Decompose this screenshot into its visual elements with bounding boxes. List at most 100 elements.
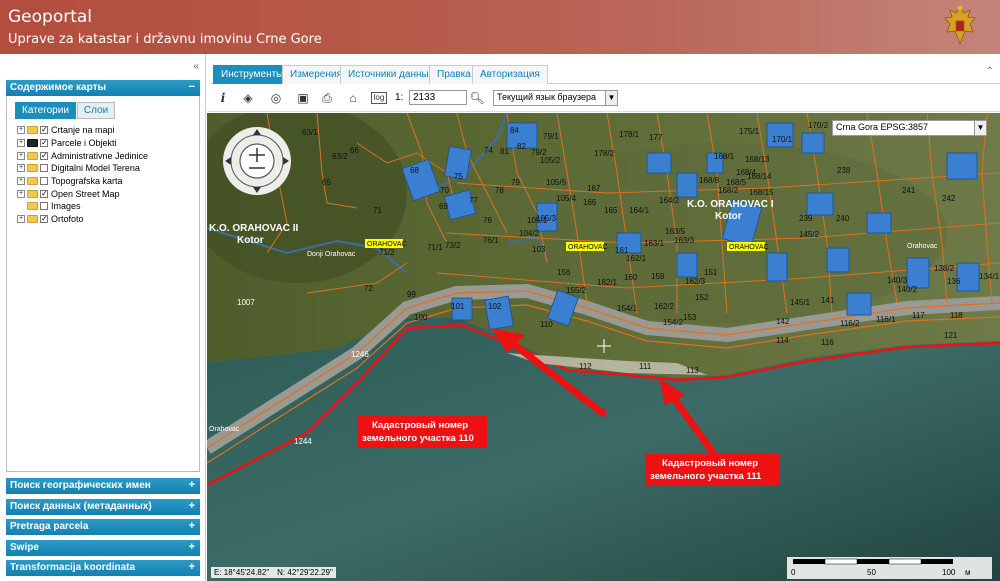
parcel-number: 71 bbox=[373, 206, 382, 215]
tab-auth[interactable]: Авторизация bbox=[472, 65, 548, 84]
parcel-number: 76/1 bbox=[483, 236, 499, 245]
folder-icon bbox=[27, 151, 38, 160]
expand-icon[interactable]: + bbox=[17, 177, 25, 186]
section-label: Pretraga parcela bbox=[10, 521, 89, 532]
parcel-number: 140/3 bbox=[887, 276, 908, 285]
tab-tools[interactable]: Инструменты bbox=[213, 65, 292, 84]
parcel-number: 154/1 bbox=[617, 304, 638, 313]
layer-checkbox[interactable] bbox=[40, 164, 48, 173]
parcel-number: 113 bbox=[686, 366, 699, 375]
map-toolbar: i ◈ ◎ ▣ ⎙ ⌂ log 1: 2133 🔍︎ Текущий язык … bbox=[207, 85, 1000, 112]
zoom-extent-icon[interactable]: ◈ bbox=[240, 90, 256, 106]
layer-row[interactable]: + Digitalni Model Terena bbox=[17, 162, 148, 175]
projection-select[interactable]: Crna Gora EPSG:3857 ▼ bbox=[832, 120, 987, 136]
parcel-number: 170/2 bbox=[808, 121, 829, 130]
parcel-number: 138/2 bbox=[934, 264, 955, 273]
layer-row[interactable]: + ✓ Ortofoto bbox=[17, 213, 148, 226]
subtab-categories[interactable]: Категории bbox=[15, 102, 76, 119]
parcel-number: 163/3 bbox=[674, 236, 695, 245]
scale-bar: 0 50 100 м bbox=[787, 557, 992, 579]
parcel-number: 162/3 bbox=[685, 277, 706, 286]
layer-label: Digitalni Model Terena bbox=[51, 163, 140, 174]
collapse-top-icon[interactable]: ⌃ bbox=[986, 66, 994, 77]
parcel-number: 241 bbox=[902, 186, 916, 195]
area-label: Kotor bbox=[237, 235, 264, 246]
parcel-number: 240 bbox=[836, 214, 850, 223]
layer-label: Images bbox=[51, 201, 81, 212]
scale-bar-graphic: 0 50 100 м bbox=[791, 558, 971, 577]
coord-north: N: 42°29'22.29" bbox=[277, 568, 333, 577]
scale-input[interactable]: 2133 bbox=[409, 90, 467, 105]
layer-row[interactable]: + ✓ Open Street Map bbox=[17, 187, 148, 200]
log-icon[interactable]: log bbox=[371, 92, 387, 104]
search-icon[interactable]: 🔍︎ bbox=[469, 90, 485, 106]
parcel-number: 75 bbox=[454, 172, 463, 181]
home-icon[interactable]: ⌂ bbox=[345, 90, 361, 106]
layer-label: Topografska karta bbox=[51, 176, 123, 187]
parcel-number: 155/2 bbox=[566, 286, 587, 295]
map-contents-title: Содержимое карты bbox=[10, 82, 107, 93]
language-select[interactable]: Текущий язык браузера ▼ bbox=[493, 90, 618, 106]
map-view[interactable]: 63/1 63/2 65 66 68 69 70 71 71/1 71/2 72 73/2 74 75 76… bbox=[207, 113, 1000, 581]
expand-icon[interactable]: + bbox=[17, 151, 25, 160]
parcel-number: 72 bbox=[364, 284, 373, 293]
parcel-number: 168/14 bbox=[747, 172, 772, 181]
map-canvas[interactable]: 63/1 63/2 65 66 68 69 70 71 71/1 71/2 72 73/2 74 75 76… bbox=[207, 113, 1000, 581]
print-icon[interactable]: ⎙ bbox=[319, 90, 335, 106]
layer-row[interactable]: + ✓ Administrativne Jedinice bbox=[17, 149, 148, 162]
layer-row[interactable]: Images bbox=[17, 200, 148, 213]
layer-checkbox[interactable]: ✓ bbox=[40, 126, 48, 135]
parcel-number: 70 bbox=[440, 186, 449, 195]
layer-row[interactable]: + ✓ Crtanje na mapi bbox=[17, 124, 148, 137]
map-contents-header[interactable]: Содержимое карты − bbox=[6, 80, 200, 96]
parcel-number: 168/2 bbox=[718, 186, 739, 195]
parcel-number: 79/1 bbox=[543, 132, 559, 141]
section-label: Transformacija koordinata bbox=[10, 562, 136, 573]
section-metadata-search[interactable]: Поиск данных (метаданных) + bbox=[6, 499, 200, 515]
pan-zoom-control[interactable] bbox=[223, 127, 291, 195]
expand-icon[interactable]: + bbox=[17, 126, 25, 135]
section-swipe[interactable]: Swipe + bbox=[6, 540, 200, 556]
tab-data-sources[interactable]: Источники данных bbox=[340, 65, 442, 84]
parcel-number: 71/1 bbox=[427, 243, 443, 252]
expand-icon[interactable]: + bbox=[17, 139, 25, 148]
expand-icon[interactable]: + bbox=[17, 215, 25, 224]
zoom-to-icon[interactable]: ◎ bbox=[268, 90, 284, 106]
parcel-number: 110 bbox=[540, 320, 553, 329]
layer-row[interactable]: + ✓ Parcele i Objekti bbox=[17, 137, 148, 150]
layer-checkbox[interactable]: ✓ bbox=[40, 139, 48, 148]
scale-segment bbox=[793, 559, 825, 564]
parcel-number: 74 bbox=[484, 146, 493, 155]
info-icon[interactable]: i bbox=[215, 90, 231, 106]
app-subtitle: Uprave za katastar i državnu imovinu Crn… bbox=[8, 32, 322, 47]
parcel-number: 168/1 bbox=[714, 152, 735, 161]
parcel-number: 105/5 bbox=[546, 178, 567, 187]
save-icon[interactable]: ▣ bbox=[295, 90, 311, 106]
parcel-number: 73/2 bbox=[445, 241, 461, 250]
area-label: Kotor bbox=[715, 211, 742, 222]
parcel-number: 1246 bbox=[351, 350, 369, 359]
subtab-layers[interactable]: Слои bbox=[76, 102, 116, 119]
scale-label: 50 bbox=[867, 568, 876, 577]
place-label: Donji Orahovac bbox=[307, 251, 356, 258]
layer-label: Ortofoto bbox=[51, 214, 84, 225]
section-parcel-search[interactable]: Pretraga parcela + bbox=[6, 519, 200, 535]
layer-label: Crtanje na mapi bbox=[51, 125, 115, 136]
expand-icon[interactable]: + bbox=[17, 189, 25, 198]
collapse-left-icon[interactable]: « bbox=[193, 61, 199, 72]
area-label: K.O. ORAHOVAC II bbox=[209, 223, 298, 234]
expand-icon[interactable]: + bbox=[17, 164, 25, 173]
parcel-number: 116 bbox=[821, 338, 834, 347]
layer-checkbox[interactable] bbox=[40, 177, 48, 186]
section-geo-names[interactable]: Поиск географических имен + bbox=[6, 478, 200, 494]
layer-checkbox[interactable]: ✓ bbox=[40, 189, 48, 198]
layer-checkbox[interactable] bbox=[40, 202, 48, 211]
layer-row[interactable]: + Topografska karta bbox=[17, 175, 148, 188]
layer-checkbox[interactable]: ✓ bbox=[40, 215, 48, 224]
main-tabs: Инструменты Измерения Источники данных П… bbox=[211, 64, 1000, 84]
parcel-number: 178/1 bbox=[619, 130, 640, 139]
section-coord-transform[interactable]: Transformacija koordinata + bbox=[6, 560, 200, 576]
parcel-number: 1007 bbox=[237, 298, 255, 307]
layer-checkbox[interactable]: ✓ bbox=[40, 151, 48, 160]
parcel-number: 163/5 bbox=[665, 227, 686, 236]
